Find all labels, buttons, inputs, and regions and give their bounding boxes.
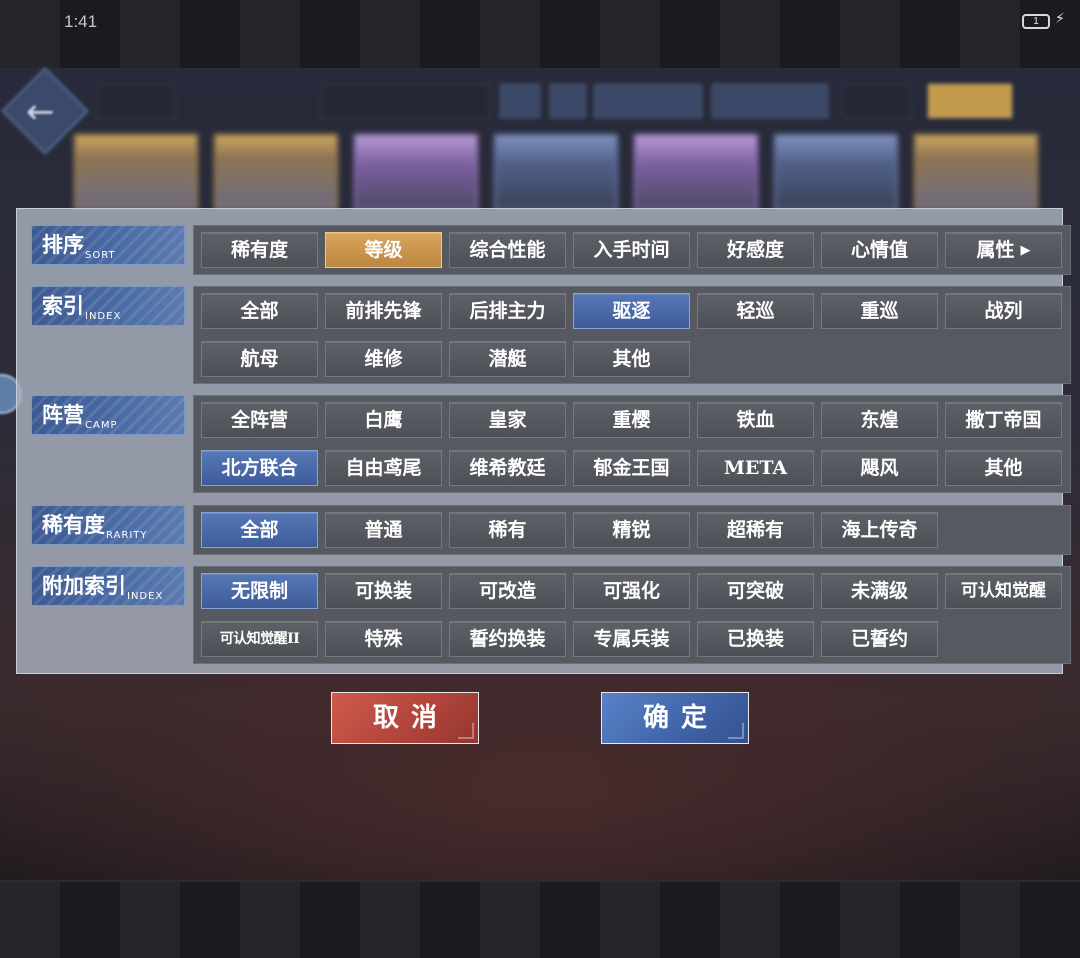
extra-option[interactable]: 可突破 bbox=[697, 573, 814, 609]
rarity-option-selected[interactable]: 全部 bbox=[201, 512, 318, 548]
camp-option[interactable]: 东煌 bbox=[821, 402, 938, 438]
section-label-camp: 阵营CAMP bbox=[31, 395, 185, 435]
nav-button-blurred-1 bbox=[500, 84, 540, 118]
charging-icon: ⚡ bbox=[1055, 11, 1065, 27]
extra-option-selected[interactable]: 无限制 bbox=[201, 573, 318, 609]
ship-card-blurred bbox=[74, 134, 198, 210]
triangle-right-icon: ▶ bbox=[1020, 243, 1031, 258]
sort-option-attribute[interactable]: 属性 ▶ bbox=[945, 232, 1062, 268]
camp-option[interactable]: 维希教廷 bbox=[449, 450, 566, 486]
sort-option-selected[interactable]: 等级 bbox=[325, 232, 442, 268]
sort-option[interactable]: 入手时间 bbox=[573, 232, 690, 268]
index-option[interactable]: 其他 bbox=[573, 341, 690, 377]
nav-title-blurred bbox=[96, 84, 176, 118]
section-label-text: 稀有度 bbox=[42, 513, 105, 537]
ship-card-blurred bbox=[634, 134, 758, 210]
section-label-text: 排序 bbox=[42, 233, 84, 257]
section-label-rarity: 稀有度RARITY bbox=[31, 505, 185, 545]
index-option[interactable]: 轻巡 bbox=[697, 293, 814, 329]
camp-option[interactable]: 铁血 bbox=[697, 402, 814, 438]
sort-option-label: 属性 bbox=[976, 239, 1015, 261]
camp-option[interactable]: 飓风 bbox=[821, 450, 938, 486]
extra-option[interactable]: 专属兵装 bbox=[573, 621, 690, 657]
camp-option[interactable]: 皇家 bbox=[449, 402, 566, 438]
camp-option-selected[interactable]: 北方联合 bbox=[201, 450, 318, 486]
section-options-rarity: 全部 普通 稀有 精锐 超稀有 海上传奇 bbox=[193, 505, 1071, 555]
nav-button-blurred-4 bbox=[842, 84, 912, 118]
filter-panel: 排序SORT 稀有度 等级 综合性能 入手时间 好感度 心情值 属性 ▶ 索引IN… bbox=[16, 208, 1071, 674]
extra-option[interactable]: 已誓约 bbox=[821, 621, 938, 657]
confirm-button[interactable]: 确定 bbox=[601, 692, 749, 744]
nav-button-blurred-gold bbox=[928, 84, 1012, 118]
extra-option[interactable]: 未满级 bbox=[821, 573, 938, 609]
nav-search-blurred bbox=[550, 84, 586, 118]
nav-button-blurred-3 bbox=[712, 84, 828, 118]
camp-option[interactable]: 其他 bbox=[945, 450, 1062, 486]
ship-card-blurred bbox=[494, 134, 618, 210]
index-option[interactable]: 航母 bbox=[201, 341, 318, 377]
extra-option[interactable]: 可认知觉醒 bbox=[945, 573, 1062, 609]
camp-option[interactable]: META bbox=[697, 450, 814, 486]
nav-button-blurred-2 bbox=[594, 84, 702, 118]
extra-option[interactable]: 可换装 bbox=[325, 573, 442, 609]
rarity-option[interactable]: 稀有 bbox=[449, 512, 566, 548]
section-label-text: 索引 bbox=[42, 294, 84, 318]
index-option[interactable]: 全部 bbox=[201, 293, 318, 329]
ship-card-blurred bbox=[354, 134, 478, 210]
status-time: 1:41 bbox=[64, 12, 98, 31]
extra-option[interactable]: 可认知觉醒II bbox=[201, 621, 318, 657]
back-arrow-icon: ← bbox=[26, 92, 55, 132]
ship-card-blurred bbox=[774, 134, 898, 210]
section-options-camp: 全阵营 白鹰 皇家 重樱 铁血 东煌 撒丁帝国 北方联合 自由鸢尾 维希教廷 郁… bbox=[193, 395, 1071, 493]
camp-option[interactable]: 白鹰 bbox=[325, 402, 442, 438]
section-label-index: 索引INDEX bbox=[31, 286, 185, 326]
extra-option[interactable]: 特殊 bbox=[325, 621, 442, 657]
section-label-extra-index: 附加索引INDEX bbox=[31, 566, 185, 606]
nav-counter-blurred bbox=[320, 84, 490, 118]
battery-icon: 1 bbox=[1022, 14, 1050, 29]
camp-option[interactable]: 郁金王国 bbox=[573, 450, 690, 486]
section-options-index: 全部 前排先锋 后排主力 驱逐 轻巡 重巡 战列 航母 维修 潜艇 其他 bbox=[193, 286, 1071, 384]
index-option[interactable]: 后排主力 bbox=[449, 293, 566, 329]
sort-option[interactable]: 好感度 bbox=[697, 232, 814, 268]
bottom-decoration bbox=[0, 880, 1080, 958]
camp-option[interactable]: 重樱 bbox=[573, 402, 690, 438]
section-label-sort: 排序SORT bbox=[31, 225, 185, 265]
sort-option[interactable]: 稀有度 bbox=[201, 232, 318, 268]
extra-option[interactable]: 已换装 bbox=[697, 621, 814, 657]
section-label-text: 阵营 bbox=[42, 403, 84, 427]
camp-option[interactable]: 撒丁帝国 bbox=[945, 402, 1062, 438]
camp-option[interactable]: 全阵营 bbox=[201, 402, 318, 438]
index-option[interactable]: 战列 bbox=[945, 293, 1062, 329]
index-option[interactable]: 重巡 bbox=[821, 293, 938, 329]
sort-option[interactable]: 综合性能 bbox=[449, 232, 566, 268]
sort-option[interactable]: 心情值 bbox=[821, 232, 938, 268]
section-label-en: SORT bbox=[85, 250, 116, 261]
ship-card-blurred bbox=[214, 134, 338, 210]
rarity-option[interactable]: 超稀有 bbox=[697, 512, 814, 548]
section-label-en: INDEX bbox=[85, 311, 122, 322]
rarity-option[interactable]: 普通 bbox=[325, 512, 442, 548]
status-bar bbox=[0, 0, 1080, 70]
section-label-text: 附加索引 bbox=[42, 574, 126, 598]
section-label-en: CAMP bbox=[85, 420, 118, 431]
section-label-en: RARITY bbox=[106, 530, 148, 541]
index-option-selected[interactable]: 驱逐 bbox=[573, 293, 690, 329]
index-option[interactable]: 维修 bbox=[325, 341, 442, 377]
section-options-sort: 稀有度 等级 综合性能 入手时间 好感度 心情值 属性 ▶ bbox=[193, 225, 1071, 275]
rarity-option[interactable]: 精锐 bbox=[573, 512, 690, 548]
section-options-extra-index: 无限制 可换装 可改造 可强化 可突破 未满级 可认知觉醒 可认知觉醒II 特殊… bbox=[193, 566, 1071, 664]
rarity-option[interactable]: 海上传奇 bbox=[821, 512, 938, 548]
index-option[interactable]: 前排先锋 bbox=[325, 293, 442, 329]
index-option[interactable]: 潜艇 bbox=[449, 341, 566, 377]
ship-card-blurred bbox=[914, 134, 1038, 210]
extra-option[interactable]: 可改造 bbox=[449, 573, 566, 609]
camp-option[interactable]: 自由鸢尾 bbox=[325, 450, 442, 486]
section-label-en: INDEX bbox=[127, 591, 164, 602]
cancel-button[interactable]: 取消 bbox=[331, 692, 479, 744]
extra-option[interactable]: 誓约换装 bbox=[449, 621, 566, 657]
extra-option[interactable]: 可强化 bbox=[573, 573, 690, 609]
